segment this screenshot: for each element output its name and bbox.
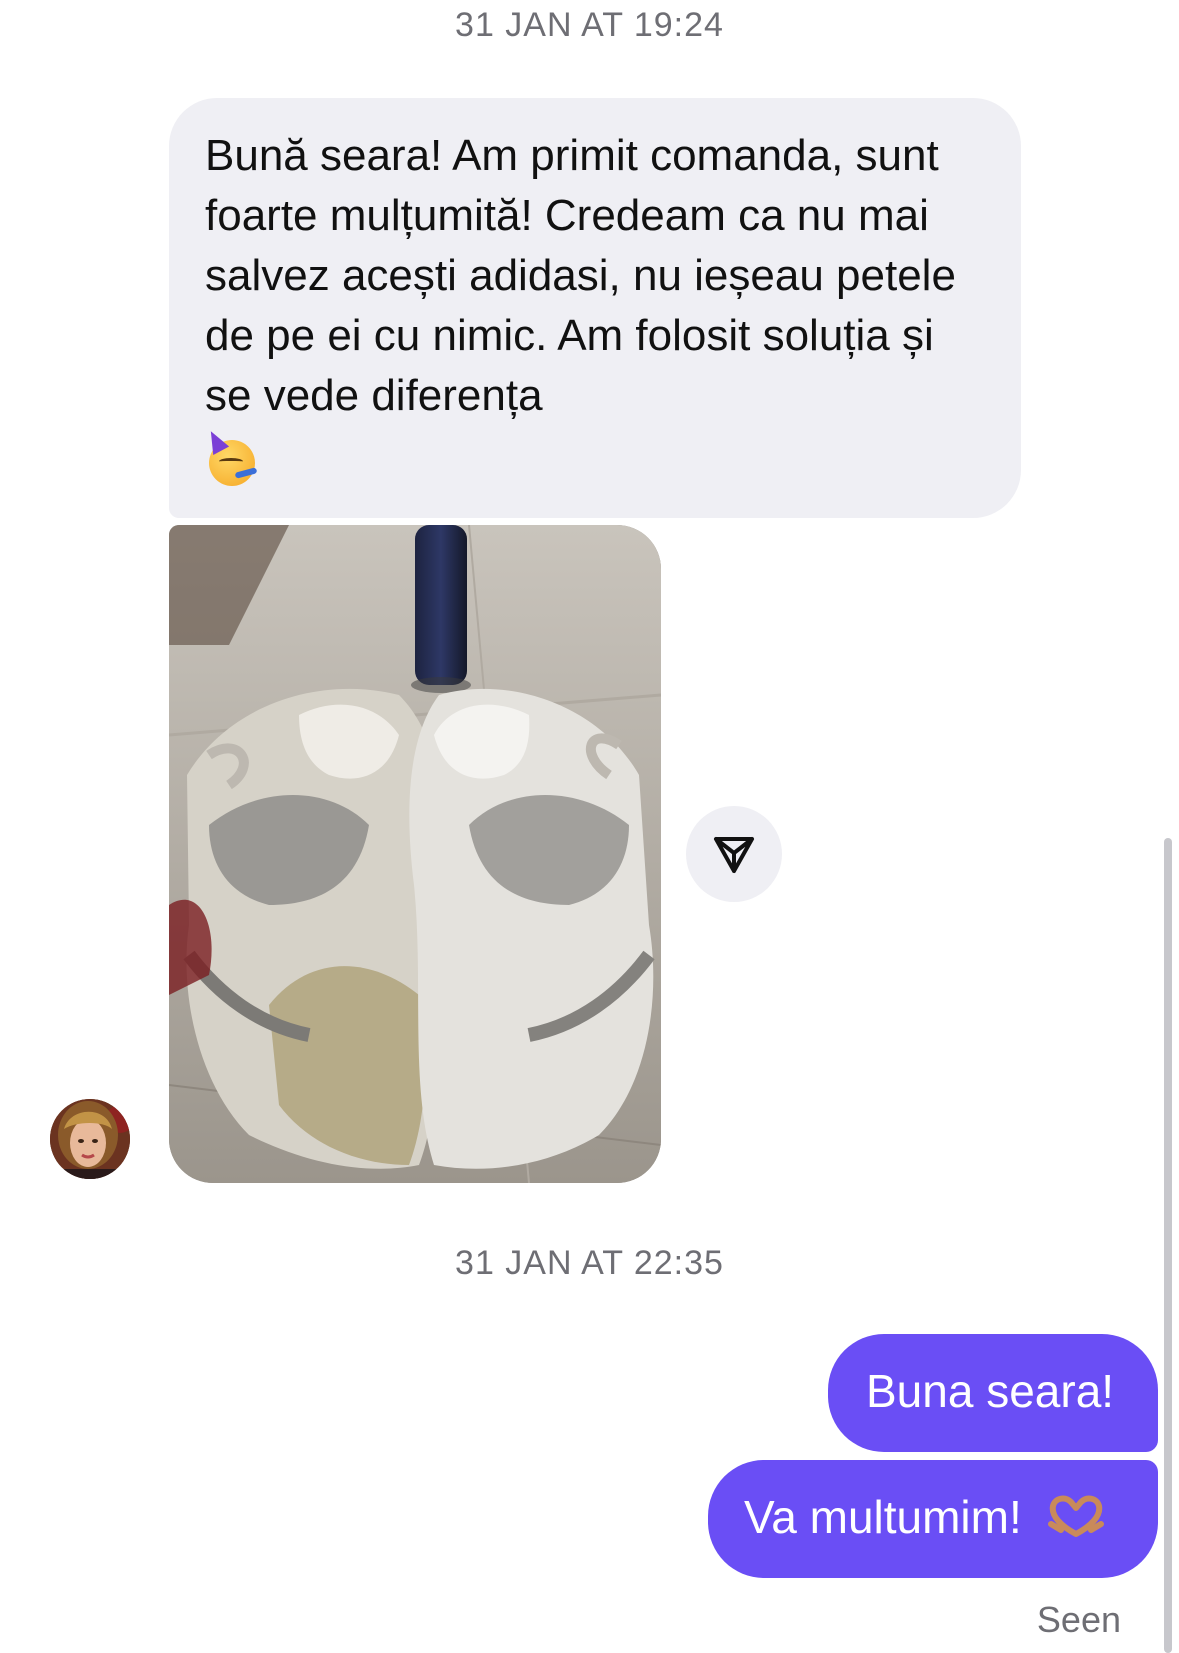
outgoing-message-text: Buna seara! <box>866 1365 1115 1417</box>
outgoing-message-text: Va multumim! <box>744 1491 1022 1543</box>
timestamp-first: 31 JAN AT 19:24 <box>455 6 724 44</box>
sender-avatar[interactable] <box>50 1099 130 1179</box>
partying-face-emoji-icon <box>202 427 261 486</box>
sneakers-photo-attachment[interactable] <box>169 525 661 1183</box>
avatar-woman-icon <box>50 1099 130 1179</box>
sneakers-photo-image <box>169 525 661 1183</box>
outgoing-message-bubble[interactable]: Va multumim! <box>708 1460 1158 1578</box>
timestamp-second: 31 JAN AT 22:35 <box>455 1244 724 1282</box>
incoming-message-bubble[interactable]: Bună seara! Am primit comanda, sunt foar… <box>169 98 1021 518</box>
share-photo-button[interactable] <box>686 806 782 902</box>
scrollbar[interactable] <box>1164 838 1172 1653</box>
seen-status: Seen <box>1036 1599 1121 1640</box>
send-icon <box>714 837 754 873</box>
incoming-message-text: Bună seara! Am primit comanda, sunt foar… <box>205 131 956 420</box>
heart-hands-emoji-icon <box>1047 1495 1104 1537</box>
outgoing-message-bubble[interactable]: Buna seara! <box>828 1334 1158 1452</box>
